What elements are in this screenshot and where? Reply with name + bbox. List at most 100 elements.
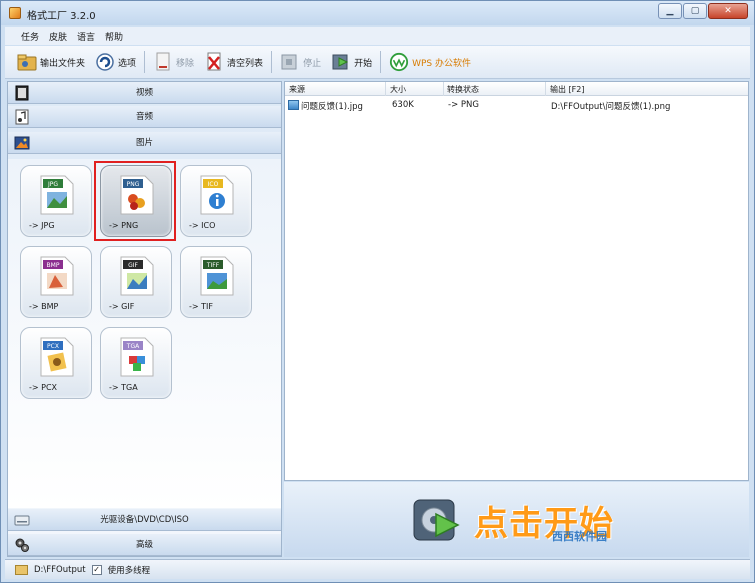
video-icon — [14, 85, 30, 101]
title-bar: 格式工厂 3.2.0 ▁ ▢ ✕ — [1, 1, 754, 25]
stop-icon — [280, 52, 300, 72]
svg-text:TGA: TGA — [126, 343, 140, 350]
tile-tga-label: -> TGA — [109, 383, 138, 392]
options-label: 选项 — [118, 58, 137, 69]
maximize-icon: ▢ — [690, 6, 700, 16]
row-output: D:\FFOutput\问题反馈(1).png — [551, 102, 671, 112]
tile-jpg-label: -> JPG — [29, 221, 55, 230]
tile-gif[interactable]: GIF -> GIF — [100, 246, 172, 318]
wps-label: WPS 办公软件 — [412, 58, 471, 69]
output-folder-button[interactable]: 输出文件夹 — [15, 49, 87, 75]
category-audio[interactable]: 音频 — [8, 106, 281, 128]
column-status[interactable]: 转换状态 — [447, 84, 479, 95]
watermark-text: 西西软件园 — [552, 530, 607, 543]
window-title: 格式工厂 3.2.0 — [27, 11, 96, 22]
start-icon — [331, 52, 351, 72]
svg-text:JPG: JPG — [47, 181, 58, 188]
category-advanced-label: 高级 — [135, 540, 153, 550]
close-icon: ✕ — [724, 6, 732, 16]
tga-file-icon: TGA — [120, 337, 154, 377]
remove-button[interactable]: 移除 — [151, 49, 196, 75]
toolbar-separator — [380, 51, 382, 73]
tile-tga[interactable]: TGA -> TGA — [100, 327, 172, 399]
gif-file-icon: GIF — [120, 256, 154, 296]
start-label: 开始 — [354, 58, 373, 69]
row-status: -> PNG — [448, 100, 479, 110]
audio-icon — [14, 109, 30, 125]
app-icon — [9, 7, 21, 19]
app-window: 格式工厂 3.2.0 ▁ ▢ ✕ 任务 皮肤 语言 帮助 输出文件夹 选项 移除… — [0, 0, 755, 583]
column-divider — [443, 82, 444, 96]
svg-text:BMP: BMP — [47, 262, 60, 269]
jpg-file-icon: JPG — [40, 175, 74, 215]
category-panel: 视频 音频 图片 JPG -> JPG PNG -> PNG ICO -> IC… — [7, 81, 282, 557]
toolbar: 输出文件夹 选项 移除 清空列表 停止 开始 WPS 办公软件 — [5, 46, 750, 79]
task-list-header: 来源 大小 转换状态 输出 [F2] — [285, 82, 748, 96]
column-output[interactable]: 输出 [F2] — [550, 84, 584, 95]
menu-skin[interactable]: 皮肤 — [49, 30, 67, 43]
tile-tif-label: -> TIF — [189, 302, 213, 311]
tile-pcx-label: -> PCX — [29, 383, 58, 392]
toolbar-separator — [271, 51, 273, 73]
options-icon — [95, 52, 115, 72]
tile-pcx[interactable]: PCX -> PCX — [20, 327, 92, 399]
remove-icon — [153, 52, 173, 72]
clear-list-button[interactable]: 清空列表 — [202, 49, 265, 75]
column-size[interactable]: 大小 — [390, 84, 406, 95]
wps-button[interactable]: WPS 办公软件 — [387, 49, 473, 75]
minimize-button[interactable]: ▁ — [658, 3, 682, 19]
pcx-file-icon: PCX — [40, 337, 74, 377]
column-source[interactable]: 来源 — [289, 84, 305, 95]
menu-language[interactable]: 语言 — [77, 30, 95, 43]
category-optical-label: 光驱设备\DVD\CD\ISO — [100, 515, 189, 525]
clear-list-label: 清空列表 — [227, 58, 264, 69]
tile-jpg[interactable]: JPG -> JPG — [20, 165, 92, 237]
category-picture-label: 图片 — [135, 138, 153, 148]
wps-icon — [389, 52, 409, 72]
output-folder-status-icon[interactable] — [15, 564, 28, 575]
category-advanced[interactable]: 高级 — [8, 534, 281, 556]
table-row[interactable]: 问题反馈(1).jpg 630K -> PNG D:\FFOutput\问题反馈… — [285, 98, 748, 114]
window-controls: ▁ ▢ ✕ — [658, 3, 748, 19]
maximize-button[interactable]: ▢ — [683, 3, 707, 19]
output-path: D:\FFOutput — [34, 564, 86, 575]
ico-file-icon: ICO — [200, 175, 234, 215]
tile-bmp-label: -> BMP — [29, 302, 59, 311]
minimize-icon: ▁ — [666, 6, 674, 16]
tile-bmp[interactable]: BMP -> BMP — [20, 246, 92, 318]
click-start-icon[interactable] — [410, 492, 466, 548]
tile-tif[interactable]: TIFF -> TIF — [180, 246, 252, 318]
menu-bar: 任务 皮肤 语言 帮助 — [5, 27, 750, 45]
menu-task[interactable]: 任务 — [21, 30, 39, 43]
start-area: 点击开始 西西软件园 — [284, 482, 749, 557]
folder-icon — [17, 52, 37, 72]
multithread-label: 使用多线程 — [107, 565, 151, 576]
row-source: 问题反馈(1).jpg — [301, 102, 363, 112]
clear-list-icon — [204, 52, 224, 72]
task-list: 来源 大小 转换状态 输出 [F2] 问题反馈(1).jpg 630K -> P… — [284, 81, 749, 481]
start-button[interactable]: 开始 — [329, 49, 374, 75]
category-optical[interactable]: 光驱设备\DVD\CD\ISO — [8, 509, 281, 531]
category-picture[interactable]: 图片 — [8, 132, 281, 154]
category-audio-label: 音频 — [135, 112, 153, 122]
close-button[interactable]: ✕ — [708, 3, 748, 19]
row-size: 630K — [392, 100, 414, 110]
options-button[interactable]: 选项 — [93, 49, 138, 75]
stop-label: 停止 — [303, 58, 322, 69]
advanced-gear-icon — [14, 537, 30, 553]
svg-text:TIFF: TIFF — [206, 262, 220, 269]
category-video-label: 视频 — [135, 88, 153, 98]
svg-text:GIF: GIF — [128, 262, 138, 269]
column-divider — [385, 82, 386, 96]
selected-tile-highlight — [94, 161, 176, 241]
remove-label: 移除 — [176, 58, 195, 69]
category-video[interactable]: 视频 — [8, 82, 281, 104]
multithread-checkbox[interactable]: ✓ — [91, 564, 102, 575]
tile-gif-label: -> GIF — [109, 302, 135, 311]
svg-text:ICO: ICO — [208, 181, 219, 188]
stop-button[interactable]: 停止 — [278, 49, 323, 75]
menu-help[interactable]: 帮助 — [105, 30, 123, 43]
status-bar: D:\FFOutput ✓ 使用多线程 — [5, 559, 750, 579]
tile-ico[interactable]: ICO -> ICO — [180, 165, 252, 237]
picture-icon — [14, 135, 30, 151]
